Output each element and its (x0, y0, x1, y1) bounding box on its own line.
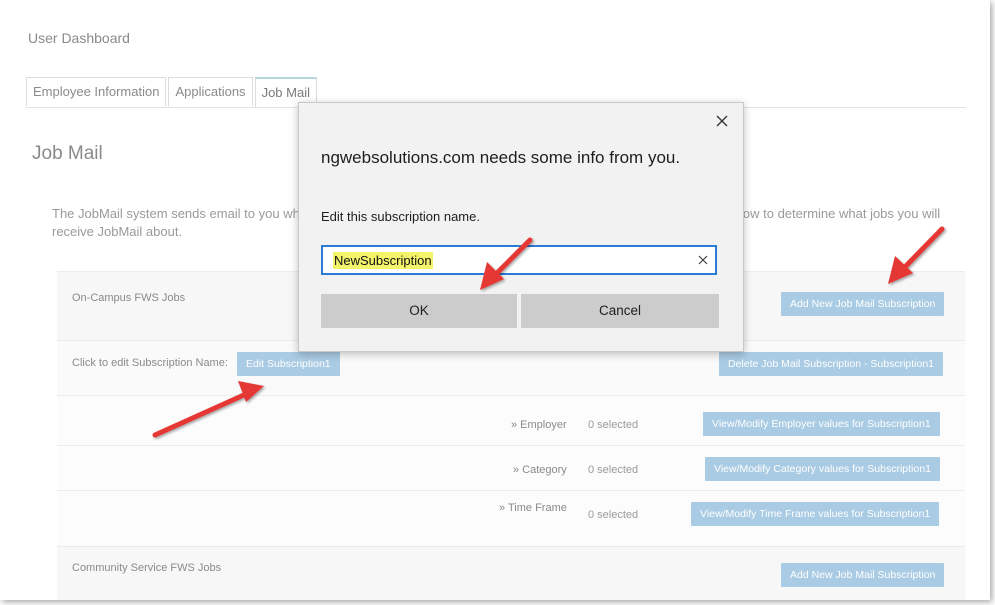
edit-subscription-label: Click to edit Subscription Name: (72, 357, 228, 369)
modify-employer-button[interactable]: View/Modify Employer values for Subscrip… (703, 412, 940, 436)
dialog-heading: ngwebsolutions.com needs some info from … (321, 148, 681, 167)
ok-button[interactable]: OK (321, 294, 517, 328)
dialog-prompt: Edit this subscription name. (321, 209, 480, 224)
category-label: » Category (513, 464, 567, 476)
tab-applications[interactable]: Applications (168, 77, 253, 106)
dashboard-window: User Dashboard Employee Information Appl… (0, 0, 990, 600)
subscription-name-value: NewSubscription (333, 252, 433, 269)
modify-time-frame-button[interactable]: View/Modify Time Frame values for Subscr… (691, 502, 940, 526)
clear-input-icon[interactable] (697, 254, 709, 266)
edit-subscription-button[interactable]: Edit Subscription1 (237, 352, 340, 376)
employer-label: » Employer (511, 419, 567, 431)
delete-subscription-button[interactable]: Delete Job Mail Subscription - Subscript… (719, 352, 944, 376)
time-frame-value: 0 selected (588, 509, 639, 521)
intro-text-continued: low to determine what jobs you will (740, 206, 941, 221)
time-frame-label: » Time Frame (499, 502, 567, 514)
add-subscription-button[interactable]: Add New Job Mail Subscription (781, 292, 945, 316)
category-value: 0 selected (588, 464, 639, 476)
criteria-panel: » Employer 0 selected View/Modify Employ… (57, 395, 965, 546)
section-title: Job Mail (32, 143, 103, 164)
intro-text: The JobMail system sends email to you wh… (52, 206, 300, 239)
page-title: User Dashboard (28, 30, 130, 46)
prompt-dialog: ngwebsolutions.com needs some info from … (298, 102, 744, 352)
community-panel: Community Service FWS Jobs Add New Job M… (57, 546, 965, 600)
modify-category-button[interactable]: View/Modify Category values for Subscrip… (705, 457, 940, 481)
community-label: Community Service FWS Jobs (72, 562, 222, 574)
tab-bar: Employee Information Applications Job Ma… (26, 77, 319, 107)
close-icon[interactable] (713, 112, 731, 130)
row-divider (57, 445, 965, 446)
oncampus-label: On-Campus FWS Jobs (72, 292, 186, 304)
add-community-subscription-button[interactable]: Add New Job Mail Subscription (781, 563, 945, 587)
tab-employee-information[interactable]: Employee Information (26, 77, 167, 106)
cancel-button[interactable]: Cancel (521, 294, 719, 328)
row-divider (57, 490, 965, 491)
subscription-name-input[interactable]: NewSubscription (321, 245, 717, 275)
employer-value: 0 selected (588, 419, 639, 431)
